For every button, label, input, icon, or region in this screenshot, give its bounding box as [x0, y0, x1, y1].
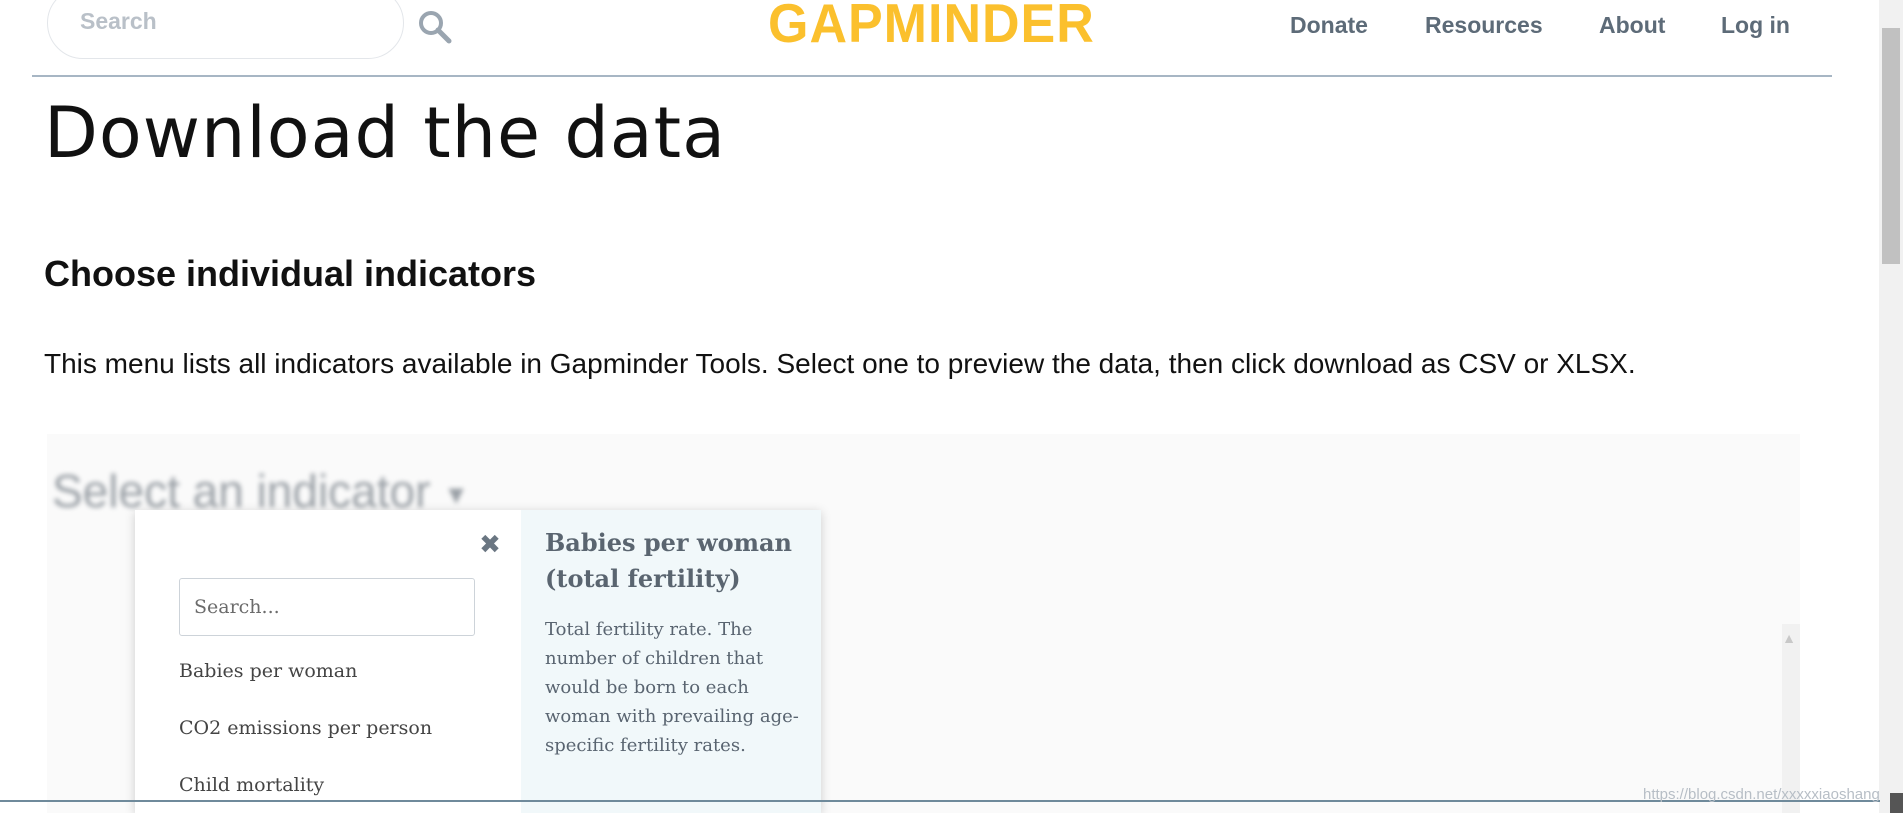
caret-down-icon: ▼: [443, 479, 469, 510]
scroll-up-icon[interactable]: ▲: [1782, 630, 1796, 646]
close-icon[interactable]: ✖: [475, 530, 505, 560]
indicator-item-co2-emissions[interactable]: CO2 emissions per person: [179, 717, 432, 739]
indicator-detail-title: Babies per woman (total fertility): [545, 528, 792, 593]
indicator-detail-description: Total fertility rate. The number of chil…: [545, 619, 799, 756]
nav-about[interactable]: About: [1599, 12, 1665, 39]
intro-text: This menu lists all indicators available…: [44, 348, 1636, 379]
watermark: https://blog.csdn.net/xxxxxiaoshang: [1643, 786, 1880, 803]
page-scrollbar-thumb[interactable]: [1882, 28, 1900, 264]
section-title: Choose individual indicators: [44, 253, 537, 294]
resize-handle: [1890, 793, 1903, 813]
bottom-divider: [0, 800, 1880, 802]
page-title: Download the data: [44, 92, 726, 174]
indicator-picker-popup: ✖ Babies per woman CO2 emissions per per…: [135, 510, 821, 813]
indicator-list-panel: ✖ Babies per woman CO2 emissions per per…: [135, 510, 521, 813]
indicator-item-child-mortality[interactable]: Child mortality: [179, 774, 324, 796]
top-nav: Donate Resources About Log in: [0, 12, 1903, 42]
nav-resources[interactable]: Resources: [1425, 12, 1543, 39]
preview-scrollbar[interactable]: [1782, 624, 1800, 813]
indicator-detail-panel: Babies per woman (total fertility) Total…: [521, 510, 821, 813]
nav-donate[interactable]: Donate: [1290, 12, 1368, 39]
indicator-search-input[interactable]: [179, 578, 475, 636]
indicator-item-babies-per-woman[interactable]: Babies per woman: [179, 660, 357, 682]
header-divider: [32, 75, 1832, 77]
nav-log-in[interactable]: Log in: [1721, 12, 1790, 39]
